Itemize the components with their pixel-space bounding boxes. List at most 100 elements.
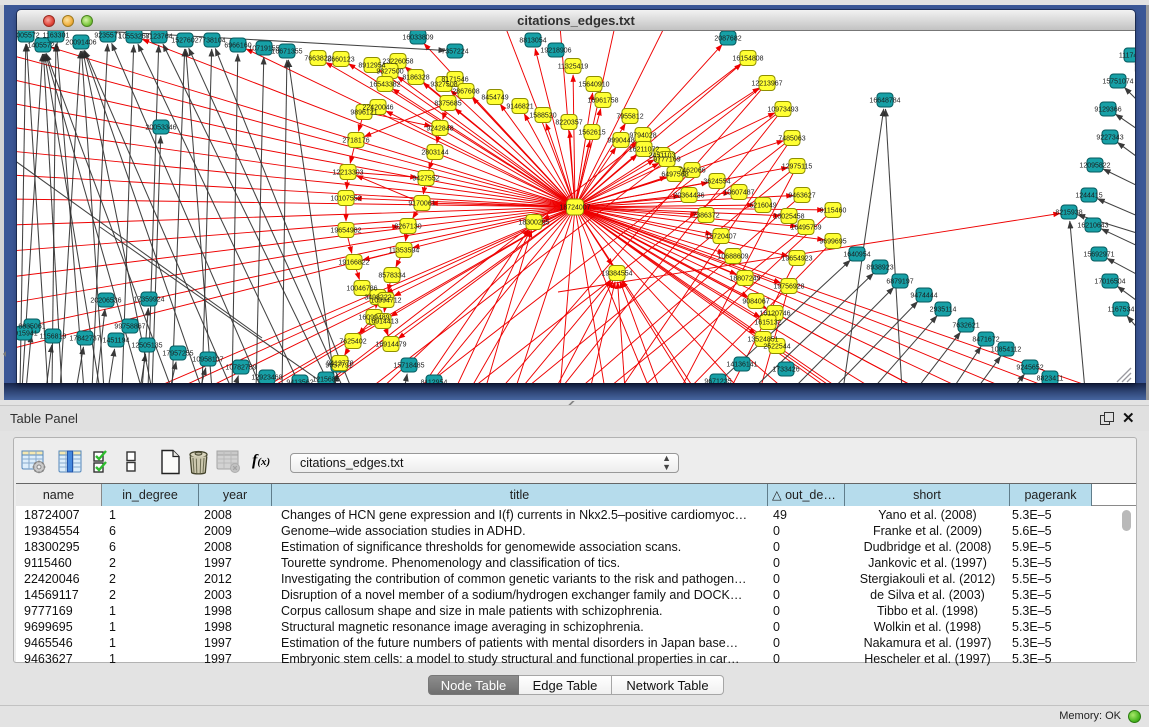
svg-text:8813054: 8813054 xyxy=(519,38,546,45)
svg-text:9146821: 9146821 xyxy=(506,104,533,111)
svg-text:14055724: 14055724 xyxy=(27,43,58,50)
svg-text:16154808: 16154808 xyxy=(732,56,763,63)
svg-text:8171546: 8171546 xyxy=(441,77,468,84)
svg-text:9896121: 9896121 xyxy=(350,110,377,117)
svg-text:8220357: 8220357 xyxy=(555,120,582,127)
svg-text:8938923: 8938923 xyxy=(866,265,893,272)
svg-text:15720407: 15720407 xyxy=(705,234,736,241)
svg-text:16914413: 16914413 xyxy=(367,319,398,326)
svg-text:9671235: 9671235 xyxy=(704,379,731,384)
svg-text:1244415: 1244415 xyxy=(1075,193,1102,200)
svg-text:23226058: 23226058 xyxy=(382,59,413,66)
svg-text:19384554: 19384554 xyxy=(601,271,632,278)
svg-text:12975115: 12975115 xyxy=(782,164,813,171)
svg-text:14136141: 14136141 xyxy=(726,362,757,369)
svg-text:9245652: 9245652 xyxy=(1016,365,1043,372)
svg-text:6879197: 6879197 xyxy=(886,279,913,286)
svg-text:19166822: 19166822 xyxy=(338,260,369,267)
svg-text:8186328: 8186328 xyxy=(402,75,429,82)
svg-text:20364436: 20364436 xyxy=(673,193,704,200)
svg-text:19654982: 19654982 xyxy=(330,228,361,235)
svg-text:2935114: 2935114 xyxy=(930,307,957,314)
svg-text:9170061: 9170061 xyxy=(408,201,435,208)
svg-text:16495759: 16495759 xyxy=(790,225,821,232)
svg-text:1640954: 1640954 xyxy=(843,252,870,259)
svg-text:9227343: 9227343 xyxy=(1096,135,1123,142)
svg-text:8471672: 8471672 xyxy=(972,337,999,344)
svg-text:15718485: 15718485 xyxy=(393,363,424,370)
svg-text:9463627: 9463627 xyxy=(788,193,815,200)
svg-text:2803144: 2803144 xyxy=(421,150,448,157)
svg-text:2522544: 2522544 xyxy=(763,344,790,351)
svg-text:6216049: 6216049 xyxy=(749,203,776,210)
svg-text:2005572: 2005572 xyxy=(17,33,40,40)
svg-text:8112954: 8112954 xyxy=(421,380,448,384)
svg-text:9327500: 9327500 xyxy=(376,69,403,76)
svg-text:20053346: 20053346 xyxy=(145,125,176,132)
svg-text:17957255: 17957255 xyxy=(162,351,193,358)
svg-text:15751074: 15751074 xyxy=(1102,79,1133,86)
svg-text:9242848: 9242848 xyxy=(426,126,453,133)
svg-text:1167534: 1167534 xyxy=(1108,307,1135,314)
svg-text:12213967: 12213967 xyxy=(751,81,782,88)
svg-text:17359924: 17359924 xyxy=(133,297,164,304)
svg-text:99758867: 99758867 xyxy=(114,324,145,331)
svg-text:7462066: 7462066 xyxy=(678,168,705,175)
svg-text:9413778: 9413778 xyxy=(326,361,353,368)
svg-text:9413562: 9413562 xyxy=(286,380,313,384)
svg-text:16120746: 16120746 xyxy=(759,311,790,318)
svg-text:9129366: 9129366 xyxy=(1094,107,1121,114)
svg-text:8823411: 8823411 xyxy=(1037,376,1064,383)
svg-text:18300295: 18300295 xyxy=(518,220,549,227)
svg-text:2718176: 2718176 xyxy=(342,138,369,145)
svg-text:12923468: 12923468 xyxy=(251,375,282,382)
svg-text:10107552: 10107552 xyxy=(330,196,361,203)
svg-text:17842737: 17842737 xyxy=(69,336,100,343)
svg-text:9474444: 9474444 xyxy=(910,293,937,300)
svg-text:11353594: 11353594 xyxy=(389,248,420,255)
svg-text:16543382: 16543382 xyxy=(369,82,400,89)
svg-text:1451194: 1451194 xyxy=(103,338,130,345)
svg-text:18807249: 18807249 xyxy=(729,276,760,283)
svg-text:10688609: 10688609 xyxy=(717,254,748,261)
svg-text:9990448: 9990448 xyxy=(607,138,634,145)
svg-text:13524851: 13524851 xyxy=(747,337,778,344)
svg-text:18724007: 18724007 xyxy=(559,205,590,212)
svg-text:19756928: 19756928 xyxy=(773,284,804,291)
svg-text:1615132: 1615132 xyxy=(754,320,781,327)
svg-text:9115460: 9115460 xyxy=(820,208,847,215)
svg-text:19654923: 19654923 xyxy=(781,256,812,263)
svg-text:11325419: 11325419 xyxy=(558,64,589,71)
svg-text:12095822: 12095822 xyxy=(1079,163,1110,170)
svg-text:8375685: 8375685 xyxy=(434,101,461,108)
svg-text:17016504: 17016504 xyxy=(1094,279,1125,286)
svg-text:9777169: 9777169 xyxy=(653,157,680,164)
svg-text:9699695: 9699695 xyxy=(819,239,846,246)
svg-text:8215938: 8215938 xyxy=(1055,210,1082,217)
svg-text:16671355: 16671355 xyxy=(271,49,302,56)
svg-text:12213303: 12213303 xyxy=(332,170,363,177)
svg-text:20206536: 20206536 xyxy=(90,298,121,305)
svg-text:7386372: 7386372 xyxy=(692,213,719,220)
svg-text:9427552: 9427552 xyxy=(412,176,439,183)
svg-text:1562615: 1562615 xyxy=(578,130,605,137)
svg-text:15640910: 15640910 xyxy=(578,82,609,89)
svg-text:10854112: 10854112 xyxy=(991,347,1022,354)
svg-text:12505135: 12505135 xyxy=(131,343,162,350)
svg-text:7485063: 7485063 xyxy=(778,136,805,143)
svg-text:8123764: 8123764 xyxy=(145,34,172,41)
svg-text:8267130: 8267130 xyxy=(394,224,421,231)
svg-text:16914479: 16914479 xyxy=(375,342,406,349)
svg-text:19218906: 19218906 xyxy=(540,48,571,55)
svg-text:2087682: 2087682 xyxy=(714,36,741,43)
svg-text:10607487: 10607487 xyxy=(723,190,754,197)
svg-text:16033809: 16033809 xyxy=(402,35,433,42)
svg-text:1215685: 1215685 xyxy=(312,377,339,384)
svg-text:7625402: 7625402 xyxy=(339,339,366,346)
svg-text:10025458: 10025458 xyxy=(773,214,804,221)
svg-text:8454749: 8454749 xyxy=(481,95,508,102)
svg-text:1527602: 1527602 xyxy=(171,38,198,45)
svg-text:7357224: 7357224 xyxy=(441,49,468,56)
svg-text:16210643: 16210643 xyxy=(1077,223,1108,230)
svg-text:8578334: 8578334 xyxy=(378,273,405,280)
